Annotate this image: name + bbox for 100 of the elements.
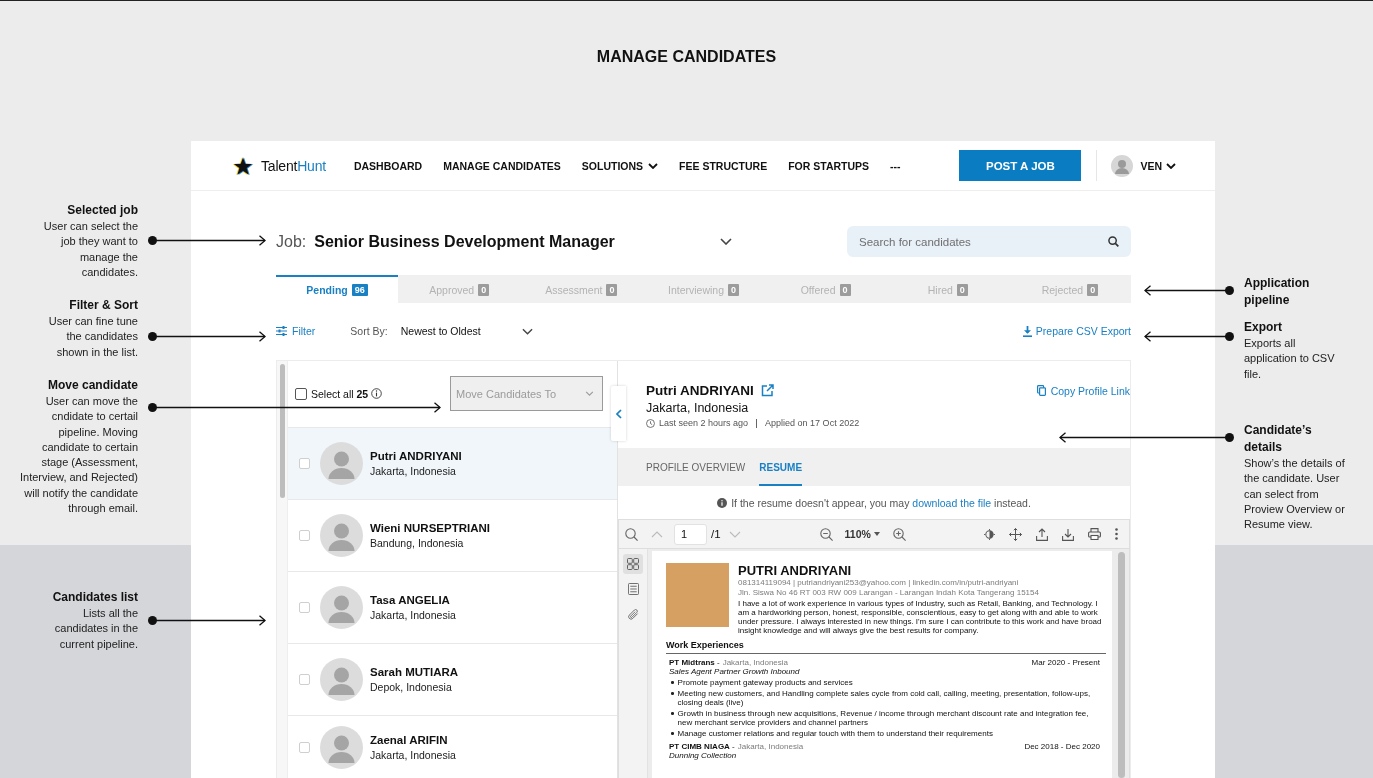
external-link-icon[interactable] <box>760 384 774 397</box>
candidate-row[interactable]: Putri ANDRIYANI Jakarta, Indonesia <box>288 427 617 499</box>
filter-button[interactable]: Filter <box>276 325 316 337</box>
contrast-icon[interactable] <box>984 528 995 540</box>
avatar-icon <box>320 586 363 629</box>
count-badge: 0 <box>728 284 739 296</box>
scrollbar-thumb[interactable] <box>280 364 285 498</box>
candidate-name: Putri ANDRIYANI <box>646 383 754 398</box>
page-title: MANAGE CANDIDATES <box>596 47 777 66</box>
company-name: PT CIMB NIAGA - <box>669 742 735 751</box>
candidate-name: Sarah MUTIARA <box>370 666 459 678</box>
candidate-row[interactable]: Sarah MUTIARA Depok, Indonesia <box>288 643 617 715</box>
logo-wordmark[interactable]: TalentHunt <box>261 157 326 174</box>
duty-text: Meeting new customers, and Handling complete sales cycle from cold call, calling, meeting, presentation, follow-ups, closing deals (live) <box>677 689 1092 707</box>
post-job-button[interactable]: POST A JOB <box>959 150 1082 181</box>
info-icon <box>717 497 728 508</box>
list-icon <box>627 583 639 595</box>
callout-title: Selected job <box>67 202 138 219</box>
search-field[interactable]: Search for candidates <box>847 226 1131 257</box>
csv-export-button[interactable]: Prepare CSV Export <box>1022 325 1131 337</box>
row-checkbox[interactable] <box>299 674 310 685</box>
sort-label: Sort By: <box>350 325 388 337</box>
candidate-row[interactable]: Wieni NURSEPTRIANI Bandung, Indonesia <box>288 499 617 571</box>
upload-icon[interactable] <box>1036 527 1048 541</box>
download-icon <box>1022 325 1032 337</box>
duty-text: Growth in business through new acquisitions, Revenue / income through merchant discount rate and integration fee, new merchant service providers and channel partners <box>677 709 1090 727</box>
info-icon <box>371 388 383 399</box>
filter-sliders-icon <box>276 326 287 336</box>
candidate-location: Bandung, Indonesia <box>370 537 465 549</box>
candidate-location: Jakarta, Indonesia <box>370 609 456 621</box>
candidate-row[interactable]: Zaenal ARIFIN Jakarta, Indonesia <box>288 715 617 778</box>
nav-link[interactable]: DASHBOARD <box>353 159 423 172</box>
more-icon[interactable] <box>1115 528 1118 540</box>
callout-text: Show’s the details of the candidate. User can select from Proview Overview or Resume view. <box>1244 456 1346 533</box>
avatar-icon[interactable] <box>1111 154 1134 177</box>
employment-period: Dec 2018 - Dec 2020 <box>1024 742 1100 751</box>
resume-summary: I have a lot of work experience in various types of Industry, such as Retail, Banking, and Technology. I am a hardworking person, honest, responsible, conscientious, easy to get along with and able to work under pressure. I always interested in new things. I'm sure I can contribute to this work and have broad insight knowledge and will always give the best results for company. <box>738 599 1103 635</box>
callout-title: Candidates list <box>52 589 138 606</box>
nav-link[interactable]: SOLUTIONS <box>581 159 659 172</box>
company-location: Jakarta, Indonesia <box>722 658 789 667</box>
job-role: Sales Agent Partner Growth Inbound <box>669 667 800 676</box>
chevron-down-icon <box>720 238 733 245</box>
detail-tab[interactable]: RESUME <box>759 448 803 486</box>
avatar-icon <box>320 658 363 701</box>
nav-link[interactable]: FEE STRUCTURE <box>679 159 768 172</box>
download-icon[interactable] <box>1062 527 1074 541</box>
callout-text: User can move the cndidate to certail pipeline. Moving candidate to certain stage (Assessment, Interview, and Rejected) will notify the candidate through email. <box>19 394 138 517</box>
count-badge: 96 <box>351 284 368 296</box>
move-icon[interactable] <box>1009 527 1022 541</box>
caret-down-icon[interactable] <box>873 532 880 536</box>
print-icon[interactable] <box>1088 528 1101 540</box>
chevron-down-icon <box>585 391 594 396</box>
job-role: Dunning Collection <box>669 751 737 760</box>
page-total: /1 <box>711 528 721 540</box>
row-checkbox[interactable] <box>299 741 310 753</box>
zoom-in-icon[interactable] <box>892 527 906 541</box>
zoom-level[interactable]: 110% <box>844 528 871 540</box>
page-number-field[interactable]: 1 <box>674 523 707 545</box>
detail-tab[interactable]: PROFILE OVERVIEW <box>646 448 746 486</box>
download-file-link[interactable]: download the file <box>912 496 992 509</box>
select-all-checkbox[interactable] <box>295 387 307 400</box>
duty-text: Manage customer relations and regular touch with them to understand their requirements <box>677 729 993 738</box>
employment-period: Mar 2020 - Present <box>1031 658 1100 667</box>
select-all-label: Select all 25 <box>311 387 369 400</box>
bullet-icon <box>671 692 674 695</box>
copy-icon <box>1036 385 1046 396</box>
candidate-name: Putri ANDRIYANI <box>370 450 462 462</box>
candidate-location: Jakarta, Indonesia <box>646 400 750 416</box>
sort-dropdown[interactable]: Newest to Oldest <box>400 325 533 337</box>
count-badge: 0 <box>478 284 490 296</box>
company-location: Jakarta, Indonesia <box>737 742 804 751</box>
candidate-name: Zaenal ARIFIN <box>370 733 449 746</box>
row-checkbox[interactable] <box>299 602 310 613</box>
count-badge: 0 <box>839 284 851 296</box>
nav-link[interactable]: FOR STARTUPS <box>788 159 870 172</box>
bullet-icon <box>671 712 674 715</box>
candidate-location: Jakarta, Indonesia <box>370 465 457 477</box>
viewer-sidebar-tab[interactable] <box>623 554 643 574</box>
row-checkbox[interactable] <box>299 458 310 469</box>
scrollbar-thumb[interactable] <box>1118 552 1125 778</box>
bullet-icon <box>671 681 674 684</box>
zoom-out-icon[interactable] <box>819 527 833 541</box>
row-checkbox[interactable] <box>299 530 310 541</box>
avatar-icon <box>320 442 363 485</box>
candidate-row[interactable]: Tasa ANGELIA Jakarta, Indonesia <box>288 571 617 643</box>
last-seen-text: Last seen 2 hours ago <box>659 418 749 428</box>
nav-link[interactable]: --- <box>890 159 901 172</box>
search-icon[interactable] <box>625 527 638 541</box>
job-selector[interactable]: Senior Business Development Manager <box>314 232 736 251</box>
clock-icon <box>646 418 655 428</box>
search-icon <box>1108 236 1119 247</box>
collapse-panel-button[interactable] <box>611 386 626 441</box>
callout-title: Candidate’s details <box>1244 422 1313 456</box>
copy-profile-link[interactable]: Copy Profile Link <box>1036 384 1130 397</box>
callout-text: User can fine tune the candidates shown in the list. <box>47 314 138 360</box>
user-menu-button[interactable]: VEN <box>1140 159 1176 172</box>
pipeline-tab[interactable]: Pending 96 <box>276 275 399 303</box>
resume-address: Jln. Siswa No 46 RT 003 RW 009 Larangan - Larangan Indah Kota Tangerang 15154 <box>738 588 1039 598</box>
nav-link[interactable]: MANAGE CANDIDATES <box>443 159 561 172</box>
resume-contact: 081314119094 | putriandriyani253@yahoo.com | linkedin.com/in/putri-andriyani <box>738 578 1019 588</box>
